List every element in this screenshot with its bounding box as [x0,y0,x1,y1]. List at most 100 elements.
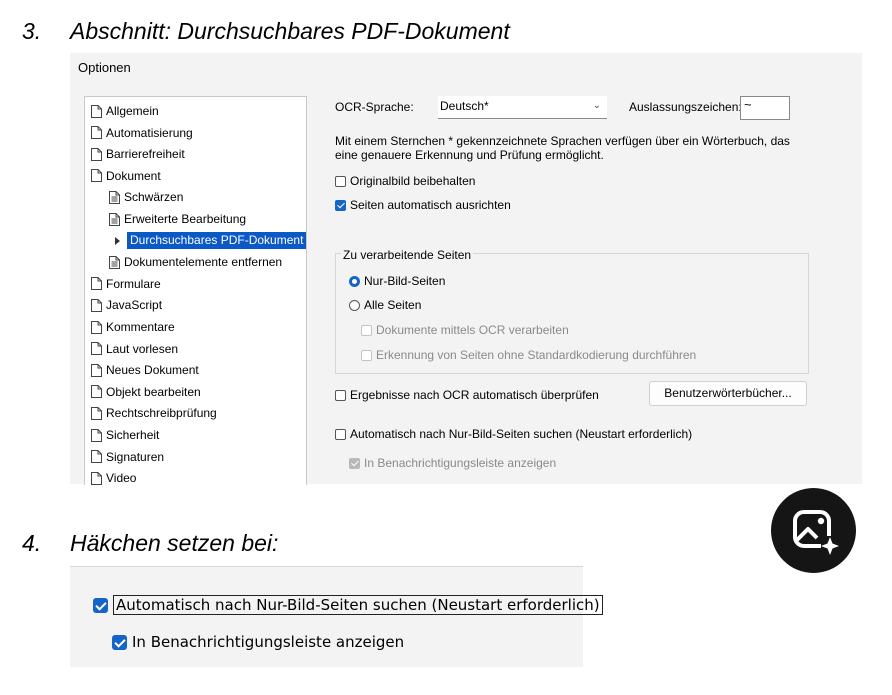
checkbox-box[interactable] [335,175,346,187]
checkbox-label: Automatisch nach Nur-Bild-Seiten suchen … [113,595,603,615]
checkbox-box[interactable] [335,199,346,211]
tree-item-label: Objekt bearbeiten [106,384,201,399]
tree-item-label: Automatisierung [106,125,193,140]
tree-item[interactable]: Automatisierung [91,123,193,143]
page-icon [91,104,102,118]
tree-item-label: Durchsuchbares PDF-Dokument [127,232,307,250]
tree-item[interactable]: Dokument [91,166,161,186]
omission-label: Auslassungszeichen: [629,100,742,114]
non-standard-checkbox: Erkennung von Seiten ohne Standardkodier… [361,348,696,362]
page-icon [91,320,102,334]
tree-item-label: Laut vorlesen [106,341,179,356]
step-number: 3. [22,18,42,44]
options-dialog: Optionen Allgemein Automatisierung Barrier… [70,53,862,485]
tree-item-label: Sicherheit [106,428,160,442]
page-icon [91,385,102,399]
tree-item[interactable]: Neues Dokument [91,360,199,380]
radio-label: Alle Seiten [364,298,422,312]
tree-item-label: Dokumentelemente entfernen [124,255,283,270]
tree-item[interactable]: Kommentare [91,317,175,337]
checkbox-box [361,324,372,336]
tree-item-label: Rechtschreibprüfung [106,406,217,421]
chevron-down-icon: ⌄ [592,100,601,111]
page-icon [91,406,102,420]
tree-item[interactable]: Sicherheit [91,425,159,445]
radio-button[interactable] [349,275,360,287]
tree-item[interactable]: JavaScript [91,295,162,315]
info-text-line-2: eine genauere Erkennung und Prüfung ermö… [335,148,604,162]
tree-item[interactable]: Dokumentelemente entfernen [109,252,282,272]
step-title: Abschnitt: Durchsuchbares PDF-Dokument [70,18,510,44]
settings-panel: OCR-Sprache: Deutsch* ⌄ Auslassungszeich… [335,53,862,484]
page-icon [91,147,102,161]
tree-item[interactable]: Durchsuchbares PDF-Dokument [115,231,307,251]
tree-item-label: Kommentare [106,320,175,334]
keep-original-checkbox[interactable]: Originalbild beibehalten [335,174,475,188]
dialog-title: Optionen [78,60,131,75]
radio-button[interactable] [349,299,360,311]
step-title: Häkchen setzen bei: [70,530,279,556]
page-icon [91,169,102,183]
auto-search-checkbox-zoomed[interactable]: Automatisch nach Nur-Bild-Seiten suchen … [93,595,603,615]
tree-item-label: Schwärzen [124,190,184,205]
tree-item[interactable]: Erweiterte Bearbeitung [109,209,246,229]
checkbox-label: Dokumente mittels OCR verarbeiten [376,323,569,337]
notify-bar-checkbox: In Benachrichtigungsleiste anzeigen [349,456,556,470]
tree-item[interactable]: Rechtschreibprüfung [91,403,217,423]
expand-triangle-icon [115,236,120,245]
radio-image-only[interactable]: Nur-Bild-Seiten [349,274,445,288]
info-text-line-1: Mit einem Sternchen * gekennzeichnete Sp… [335,134,790,148]
radio-label: Nur-Bild-Seiten [364,274,446,288]
ocr-language-select[interactable]: Deutsch* ⌄ [438,96,607,119]
checkbox-box[interactable] [335,389,346,401]
omission-input[interactable]: ~ [740,96,790,120]
tree-item-label: Erweiterte Bearbeitung [124,212,247,226]
tree-item-label: JavaScript [106,298,163,313]
checkbox-label: Automatisch nach Nur-Bild-Seiten suchen … [350,427,693,441]
ocr-language-value: Deutsch* [440,99,489,113]
tree-item-label: Video [106,471,137,486]
auto-search-checkbox[interactable]: Automatisch nach Nur-Bild-Seiten suchen … [335,427,692,441]
tree-item[interactable]: Signaturen [91,447,164,467]
checkbox-box[interactable] [93,597,108,613]
checkbox-label: Seiten automatisch ausrichten [350,198,511,212]
auto-check-checkbox[interactable]: Ergebnisse nach OCR automatisch überprüf… [335,388,599,402]
page-icon [91,277,102,291]
tree-item[interactable]: Laut vorlesen [91,339,178,359]
page-icon [91,342,102,356]
tree-item[interactable]: Formulare [91,274,161,294]
tree-item[interactable]: Allgemein [91,101,159,121]
page-icon [91,428,102,442]
radio-all-pages[interactable]: Alle Seiten [349,298,421,312]
checkbox-label: In Benachrichtigungsleiste anzeigen [364,456,557,470]
tree-item[interactable]: Schwärzen [109,187,183,207]
tree-item-label: Formulare [106,276,161,291]
checkbox-label: Ergebnisse nach OCR automatisch überprüf… [350,388,599,402]
ocr-docs-checkbox: Dokumente mittels OCR verarbeiten [361,323,569,337]
tree-item[interactable]: Video [91,468,136,488]
checkbox-box[interactable] [112,634,127,650]
auto-align-checkbox[interactable]: Seiten automatisch ausrichten [335,198,511,212]
checkbox-label: Originalbild beibehalten [350,174,476,188]
page-icon [91,450,102,464]
checkbox-box [361,349,372,361]
zoomed-settings: Automatisch nach Nur-Bild-Seiten suchen … [70,566,603,667]
pages-group-legend: Zu verarbeitende Seiten [341,248,474,262]
page-icon [91,363,102,377]
checkbox-label: In Benachrichtigungsleiste anzeigen [132,633,405,651]
tree-item[interactable]: Objekt bearbeiten [91,382,201,402]
tree-item-label: Dokument [106,168,161,183]
step-3-heading: 3. Abschnitt: Durchsuchbares PDF-Dokument [22,18,510,45]
document-lines-icon [109,255,120,269]
tree-item-label: Barrierefreiheit [106,147,185,162]
checkbox-label: Erkennung von Seiten ohne Standardkodier… [376,348,697,362]
user-dictionaries-button[interactable]: Benutzerwörterbücher... [649,381,807,406]
notify-bar-checkbox-zoomed[interactable]: In Benachrichtigungsleiste anzeigen [112,633,404,651]
checkbox-box[interactable] [335,428,346,440]
document-lines-icon [109,212,120,226]
tree-item[interactable]: Barrierefreiheit [91,144,185,164]
ocr-language-label: OCR-Sprache: [335,100,414,114]
category-tree[interactable]: Allgemein Automatisierung Barrierefreiheit… [84,96,307,485]
photo-sparkle-icon[interactable] [771,488,856,573]
page-icon [91,126,102,140]
